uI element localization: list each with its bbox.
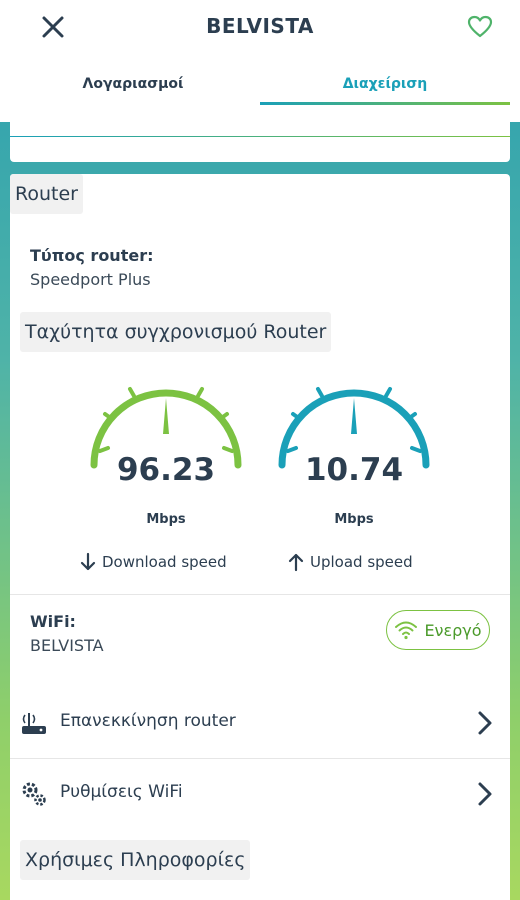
gear-icon — [22, 782, 46, 806]
wifi-status-text: Ενεργό — [424, 620, 482, 640]
wifi-settings-label: Ρυθμίσεις WiFi — [60, 782, 183, 802]
active-tab-indicator — [260, 102, 510, 105]
chevron-right-icon — [478, 782, 492, 806]
arrow-down-icon — [80, 552, 96, 571]
useful-info-title: Χρήσιμες Πληροφορίες — [20, 840, 251, 880]
arrow-up-icon — [288, 553, 304, 572]
router-restart-icon — [22, 713, 46, 734]
card-divider — [10, 136, 510, 137]
download-speed-label: Download speed — [80, 552, 227, 572]
sync-speed-title: Ταχύτητα συγχρονισμού Router — [20, 312, 332, 352]
tab-bar: Λογαριασμοί Διαχείριση — [0, 64, 520, 108]
page-title: BELVISTA — [206, 14, 314, 38]
collapsed-card — [10, 122, 510, 162]
divider — [10, 594, 510, 595]
upload-speed-unit: Mbps — [334, 512, 374, 527]
upload-label-text: Upload speed — [310, 553, 413, 571]
restart-router-label: Επανεκκίνηση router — [60, 711, 236, 731]
upload-speed-value: 10.74 — [304, 452, 404, 488]
router-type-label: Τύπος router: — [30, 246, 154, 265]
wifi-settings-row[interactable]: Ρυθμίσεις WiFi — [10, 764, 510, 824]
wifi-network-name: BELVISTA — [30, 636, 104, 655]
wifi-status-badge[interactable]: Ενεργό — [386, 610, 490, 650]
wifi-label: WiFi: — [30, 612, 76, 631]
router-section-title: Router — [10, 174, 83, 214]
restart-router-row[interactable]: Επανεκκίνηση router — [10, 693, 510, 753]
heart-icon — [467, 15, 493, 38]
download-speed-unit: Mbps — [146, 512, 186, 527]
tab-accounts[interactable]: Λογαριασμοί — [8, 64, 258, 106]
favorite-button[interactable] — [466, 13, 494, 41]
chevron-right-icon — [478, 711, 492, 735]
download-speed-value: 96.23 — [116, 452, 216, 488]
router-type-value: Speedport Plus — [30, 270, 151, 289]
divider — [10, 758, 510, 759]
tab-management[interactable]: Διαχείριση — [260, 64, 510, 106]
top-bar: BELVISTA Λογαριασμοί Διαχείριση — [0, 0, 520, 122]
wifi-icon — [395, 621, 418, 640]
download-label-text: Download speed — [102, 553, 227, 571]
router-card: Router Τύπος router: Speedport Plus Ταχύ… — [10, 174, 510, 900]
upload-speed-label: Upload speed — [288, 552, 413, 572]
